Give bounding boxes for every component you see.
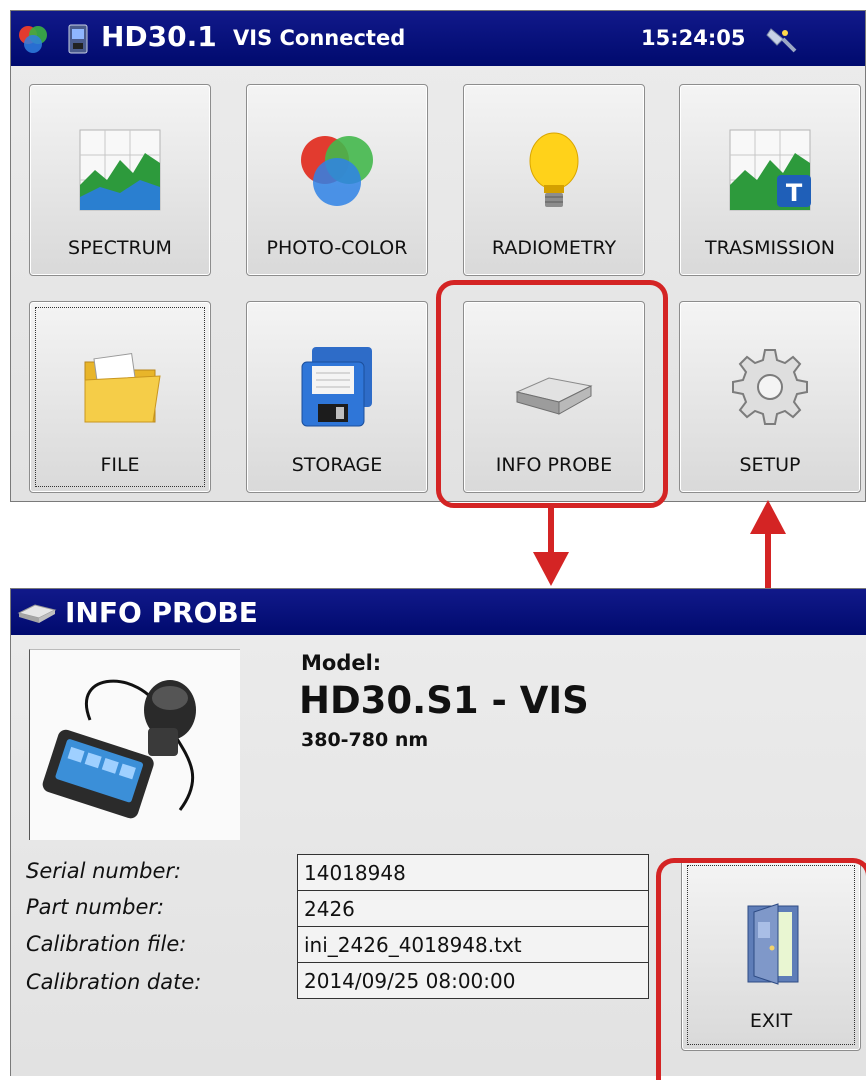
spectrum-chart-icon (79, 129, 161, 211)
radiometry-button[interactable]: RADIOMETRY (463, 84, 645, 276)
photo-color-label: PHOTO-COLOR (266, 237, 408, 259)
app-title: HD30.1 (101, 20, 217, 53)
probe-photo-image (42, 679, 196, 819)
wavelength-range: 380-780 nm (301, 729, 429, 751)
info-title-bar: INFO PROBE (11, 589, 866, 635)
file-label: FILE (100, 454, 140, 476)
serial-number-label: Serial number: (26, 859, 182, 883)
setup-label: SETUP (739, 454, 801, 476)
satellite-icon (766, 28, 797, 53)
up-arrow-head (750, 500, 786, 534)
photo-color-button[interactable]: PHOTO-COLOR (246, 84, 428, 276)
serial-number-value: 14018948 (297, 854, 649, 891)
folder-icon (84, 353, 161, 423)
trasmission-button[interactable]: T TRASMISSION (679, 84, 861, 276)
spectrum-label: SPECTRUM (68, 237, 172, 259)
file-button[interactable]: FILE (29, 301, 211, 493)
part-number-value: 2426 (297, 890, 649, 927)
storage-label: STORAGE (291, 454, 383, 476)
model-name: HD30.S1 - VIS (299, 679, 589, 722)
calibration-file-value: ini_2426_4018948.txt (297, 926, 649, 963)
trasmission-label: TRASMISSION (705, 237, 835, 259)
app-logo-icon (19, 26, 47, 53)
info-probe-highlight (436, 280, 668, 508)
gear-icon (732, 349, 808, 425)
spectrum-button[interactable]: SPECTRUM (29, 84, 211, 276)
calibration-file-label: Calibration file: (26, 932, 187, 956)
part-number-label: Part number: (26, 895, 165, 919)
light-bulb-icon (529, 132, 579, 207)
storage-button[interactable]: STORAGE (246, 301, 428, 493)
transmission-chart-icon: T (729, 129, 811, 211)
down-arrow-head (533, 552, 569, 586)
probe-title-icon (17, 604, 57, 623)
down-arrow-shaft (548, 503, 554, 558)
color-circles-icon (301, 136, 373, 206)
exit-highlight (656, 858, 866, 1080)
main-title-bar: HD30.1 VIS Connected 15:24:05 (11, 11, 865, 66)
floppy-disk-icon (301, 347, 372, 427)
svg-text:T: T (786, 179, 803, 207)
info-screen-title: INFO PROBE (65, 596, 258, 629)
calibration-date-label: Calibration date: (26, 970, 202, 994)
model-label: Model: (301, 651, 382, 675)
setup-button[interactable]: SETUP (679, 301, 861, 493)
calibration-date-value: 2014/09/25 08:00:00 (297, 962, 649, 999)
probe-photo (29, 649, 240, 840)
clock: 15:24:05 (641, 26, 746, 50)
device-icon (68, 24, 88, 54)
radiometry-label: RADIOMETRY (491, 237, 617, 259)
connection-status: VIS Connected (233, 26, 406, 50)
